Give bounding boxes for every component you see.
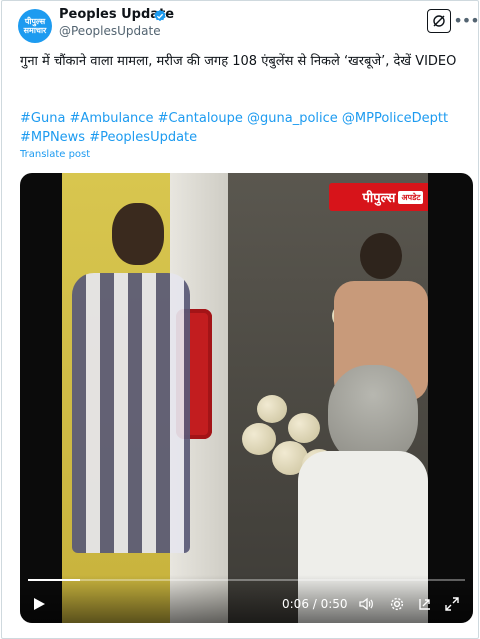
melon <box>257 395 287 423</box>
post-hashtags[interactable]: #Guna #Ambulance #Cantaloupe @guna_polic… <box>20 109 460 147</box>
settings-icon <box>390 597 404 611</box>
fullscreen-icon <box>445 597 459 611</box>
video-controls: 0:06 / 0:50 <box>20 575 473 623</box>
play-button[interactable] <box>30 595 48 613</box>
channel-logo-sub: अपडेट <box>398 190 424 204</box>
video-progress-fill <box>28 579 81 581</box>
more-icon[interactable]: ••• <box>453 11 479 30</box>
melon <box>242 423 276 455</box>
channel-logo-text: पीपुल्स <box>362 191 396 206</box>
channel-logo: पीपुल्स अपडेट <box>329 183 428 211</box>
video-time: 0:06 / 0:50 <box>282 597 348 611</box>
play-icon <box>34 598 45 610</box>
translate-post-link[interactable]: Translate post <box>20 149 90 160</box>
post-card: पीपुल्स समाचार Peoples Update @PeoplesUp… <box>1 0 480 639</box>
post-text: गुना में चौंकाने वाला मामला, मरीज की जगह… <box>20 54 457 69</box>
settings-button[interactable] <box>388 595 406 613</box>
picture-in-picture-icon <box>419 599 430 610</box>
avatar-text-line1: पीपुल्स <box>24 17 46 26</box>
grok-button[interactable] <box>427 9 451 33</box>
avatar[interactable]: पीपुल्स समाचार <box>18 9 52 43</box>
video-player[interactable]: पीपुल्स अपडेट 0:06 / 0:50 <box>20 173 473 623</box>
volume-button[interactable] <box>357 595 375 613</box>
volume-icon <box>359 597 373 611</box>
avatar-text-line2: समाचार <box>23 26 47 35</box>
user-handle[interactable]: @PeoplesUpdate <box>59 24 161 38</box>
video-progress-bar[interactable] <box>28 579 465 581</box>
person-plaid-shirt <box>72 203 192 623</box>
verified-badge-icon <box>154 9 166 22</box>
grok-icon <box>433 15 445 27</box>
video-frame: पीपुल्स अपडेट <box>62 173 428 623</box>
fullscreen-button[interactable] <box>443 595 461 613</box>
picture-in-picture-button[interactable] <box>416 595 434 613</box>
